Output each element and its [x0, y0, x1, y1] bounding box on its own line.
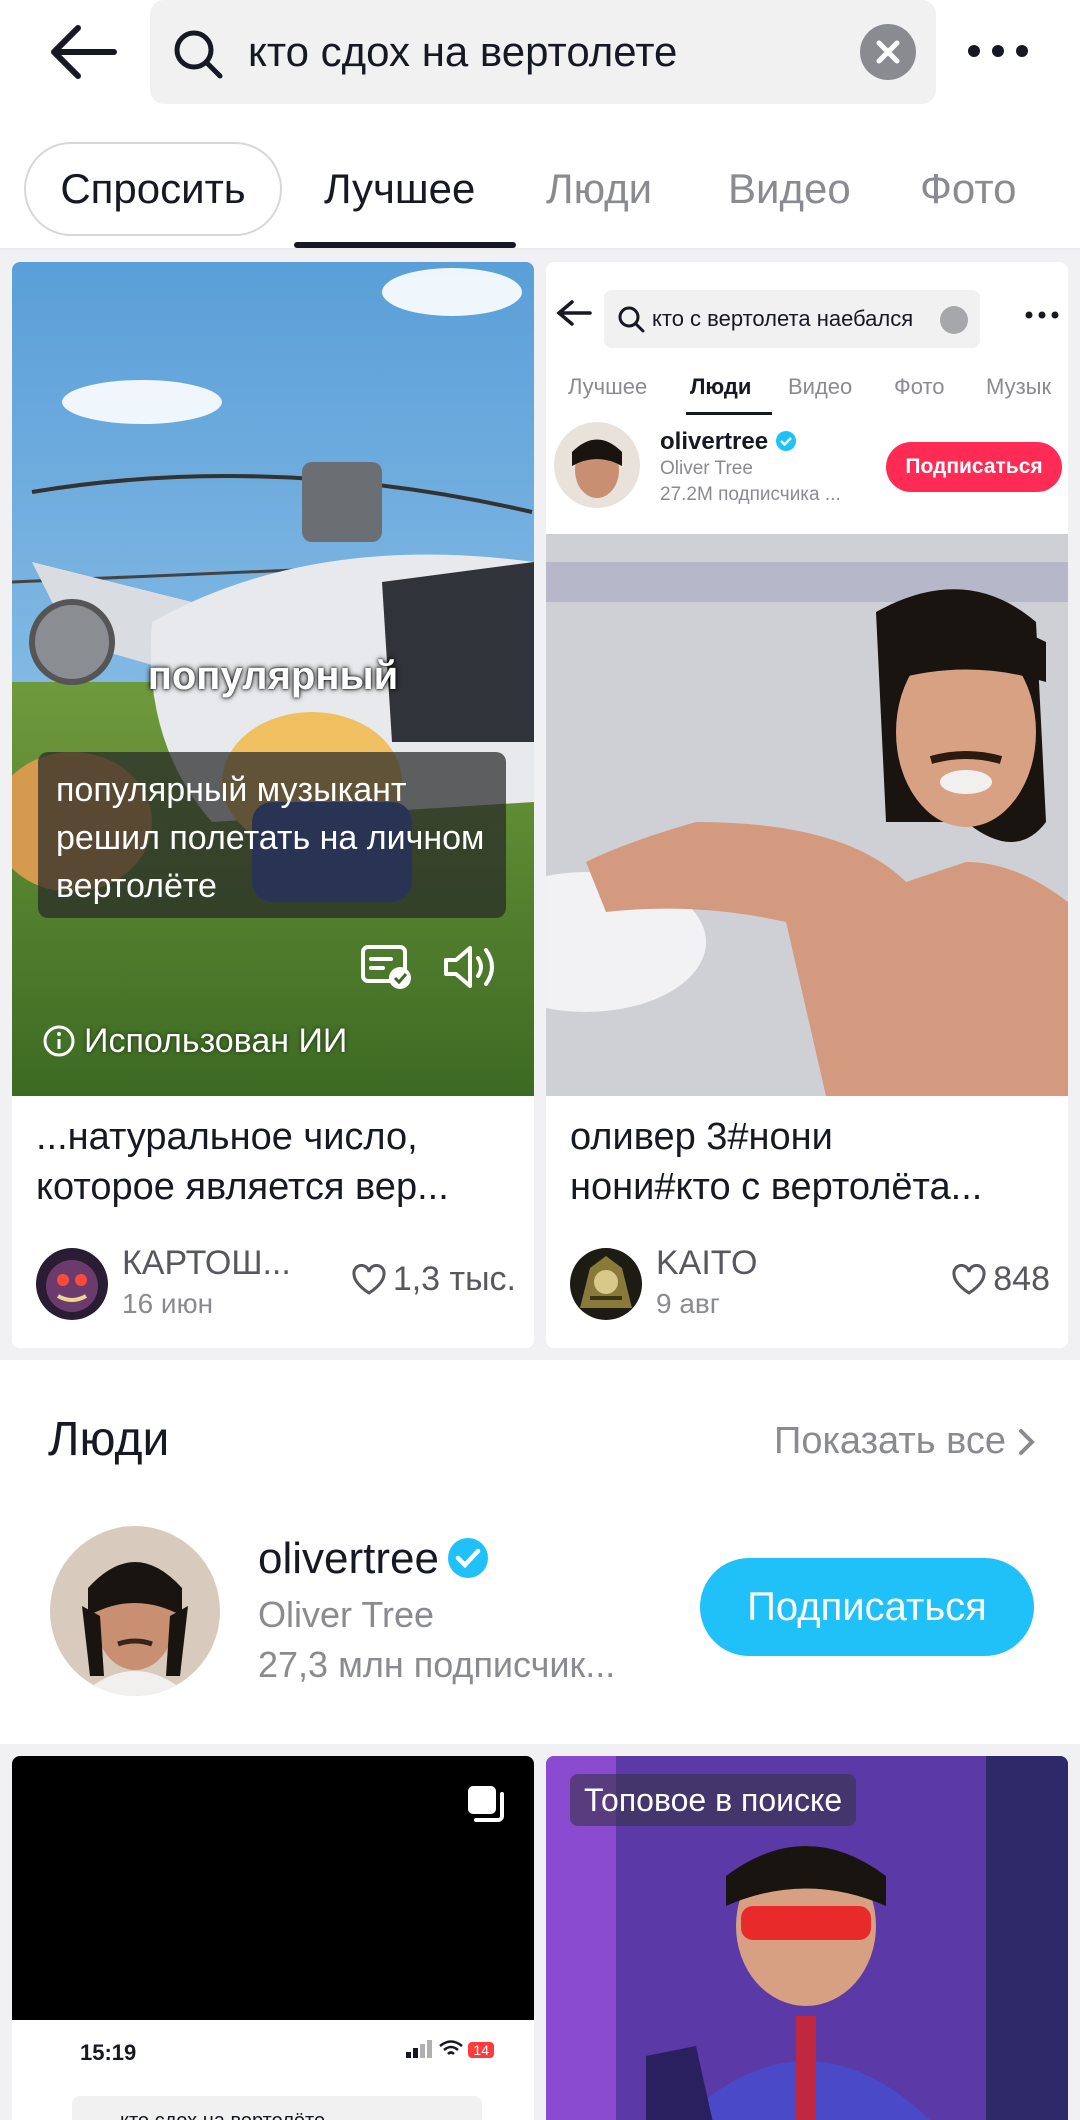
multiple-photos-icon [468, 1786, 504, 1822]
user-display-name: Oliver Tree [258, 1594, 435, 1635]
ai-label-text: Использован ИИ [84, 1022, 348, 1060]
signal-icon [405, 2040, 432, 2058]
embedded-display-name: Oliver Tree [660, 458, 753, 479]
tab-best[interactable]: Лучшее [324, 142, 475, 236]
user-username[interactable]: olivertree [258, 1534, 489, 1584]
author-avatar[interactable] [570, 1248, 642, 1320]
more-options-icon [1025, 311, 1059, 319]
people-section-title: Люди [48, 1413, 170, 1466]
author-avatar[interactable] [36, 1248, 108, 1320]
embedded-tab: Фото [894, 374, 945, 399]
verified-icon [447, 1538, 488, 1578]
video-card[interactable]: кто с вертолета наебался Лучшее Люди Вид… [546, 262, 1068, 1348]
tab-photo[interactable]: Фото [920, 142, 1017, 236]
captions-icon[interactable] [360, 942, 414, 992]
embedded-search-bar: кто с вертолета наебался [604, 290, 980, 348]
video-title-line: ...натуральное число, [36, 1116, 418, 1158]
embedded-screenshot-header: кто с вертолета наебался Лучшее Люди Вид… [546, 262, 1068, 534]
user-avatar[interactable] [50, 1526, 220, 1696]
show-all-text: Показать все [774, 1420, 1006, 1462]
avatar [554, 422, 640, 508]
clear-search-icon[interactable] [860, 24, 916, 80]
embedded-username-text: olivertree [660, 428, 769, 455]
post-date: 16 июн [122, 1288, 214, 1319]
video-caption-overlay: популярный музыкант решил полетать на ли… [38, 752, 506, 918]
like-count-text: 1,3 тыс. [392, 1260, 516, 1298]
embedded-status-icons: 14 [405, 2040, 494, 2063]
embedded-tab: Лучшее [568, 374, 648, 399]
video-thumbnail[interactable]: популярный популярный музыкант решил пол… [12, 262, 534, 1096]
tab-people[interactable]: Люди [546, 142, 652, 236]
embedded-follow-button: Подписаться [886, 442, 1062, 492]
search-query-text: кто сдох на вертолете [248, 28, 678, 75]
sound-icon[interactable] [440, 940, 498, 994]
embedded-search-query: кто с вертолета наебался [652, 306, 914, 331]
follow-button[interactable]: Подписаться [700, 1558, 1034, 1656]
embedded-subscribers: 27.2M подписчика ... [660, 484, 841, 505]
author-name[interactable]: KAITO [656, 1244, 757, 1283]
battery-icon: 14 [468, 2042, 494, 2058]
search-input[interactable]: кто сдох на вертолете [150, 0, 936, 104]
embedded-tab: Музык [986, 374, 1052, 399]
video-meta: КАРТОШ... 16 июн 1,3 тыс. [36, 1244, 516, 1324]
embedded-screenshot: 15:19 14 кто сдох на вертолёте [12, 2020, 534, 2120]
embedded-tab: Люди [690, 374, 752, 399]
back-arrow-icon[interactable] [48, 22, 120, 82]
info-icon [43, 1025, 75, 1057]
more-options-icon[interactable] [960, 26, 1040, 76]
top-bar: кто сдох на вертолете [0, 0, 1080, 112]
ask-chip-button[interactable]: Спросить [24, 142, 282, 236]
video-meta: KAITO 9 авг 848 [570, 1244, 1050, 1324]
chevron-right-icon [1019, 1429, 1035, 1455]
video-card[interactable]: популярный популярный музыкант решил пол… [12, 262, 534, 1348]
video-title-line: нони#кто с вертолёта... [570, 1166, 983, 1208]
post-date: 9 авг [656, 1288, 721, 1319]
overlay-text: популярный [147, 654, 399, 698]
video-title-line: оливер 3#нони [570, 1116, 833, 1158]
author-name[interactable]: КАРТОШ... [122, 1244, 291, 1283]
like-count: 1,3 тыс. [351, 1260, 516, 1299]
active-tab-indicator [686, 412, 772, 415]
top-in-search-badge: Топовое в поиске [570, 1774, 857, 1826]
video-thumbnail[interactable]: кто с вертолета наебался Лучшее Люди Вид… [546, 262, 1068, 1096]
username-text: olivertree [258, 1534, 439, 1583]
search-tabs: Спросить Лучшее Люди Видео Фото [0, 140, 1080, 250]
ai-generated-label: Использован ИИ [42, 1022, 347, 1061]
heart-icon [952, 1263, 986, 1295]
embedded-time: 15:19 [80, 2040, 137, 2065]
video-title-line: которое является вер... [36, 1166, 449, 1208]
video-title: оливер 3#нони нони#кто с вертолёта... [570, 1112, 1050, 1212]
video-card[interactable]: 15:19 14 кто сдох на вертолёте [12, 1756, 534, 2120]
like-count: 848 [951, 1260, 1050, 1299]
like-count-text: 848 [993, 1260, 1050, 1298]
user-subscribers: 27,3 млн подписчик... [258, 1644, 616, 1685]
search-icon [174, 30, 223, 79]
wifi-icon [439, 2040, 463, 2055]
verified-icon [775, 431, 796, 451]
show-all-link[interactable]: Показать все [774, 1420, 1036, 1463]
video-title: ...натуральное число, которое является в… [36, 1112, 516, 1212]
video-card[interactable]: Топовое в поиске [546, 1756, 1068, 2120]
embedded-search-bar: кто сдох на вертолёте [72, 2096, 482, 2120]
embedded-tab: Видео [788, 374, 853, 399]
clear-search-icon [940, 306, 968, 334]
search-icon [618, 306, 645, 333]
heart-icon [352, 1263, 386, 1295]
tab-video[interactable]: Видео [728, 142, 851, 236]
back-arrow-icon [556, 300, 592, 326]
embedded-username: olivertree [660, 428, 797, 456]
